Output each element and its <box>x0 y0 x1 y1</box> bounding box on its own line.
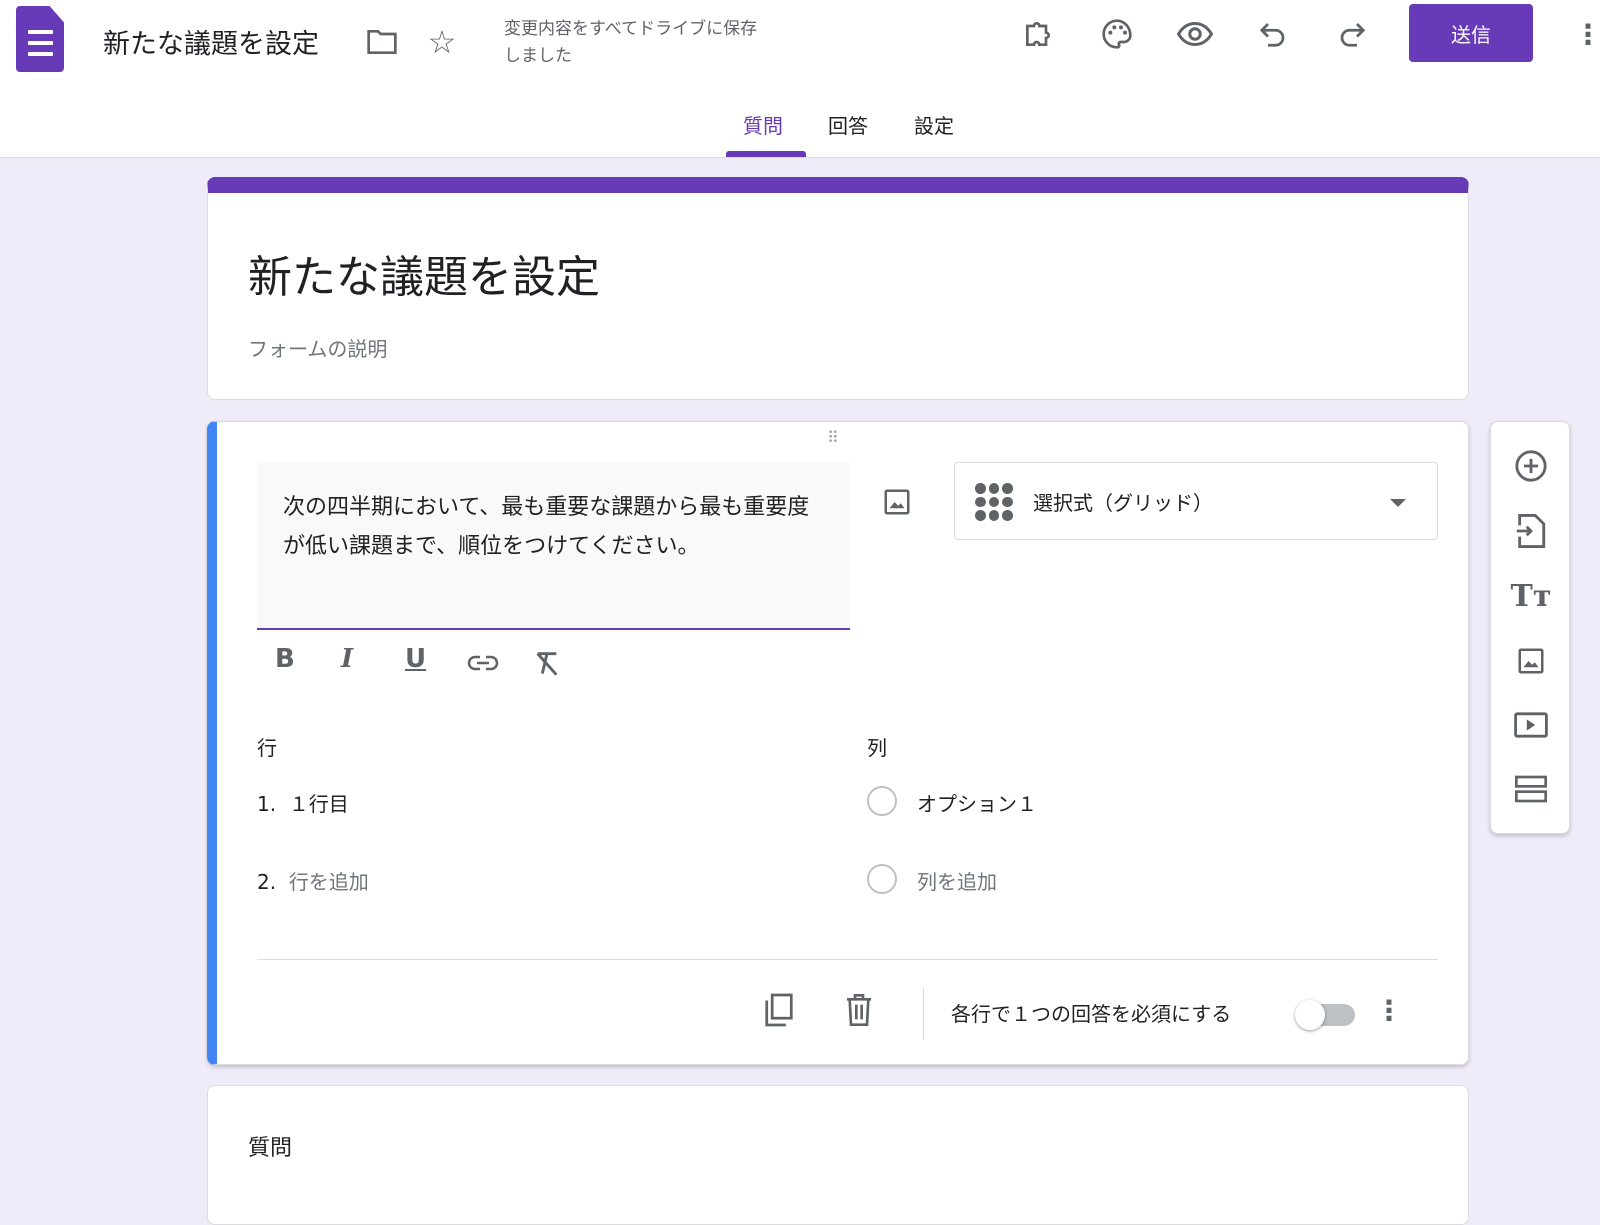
toggle-knob <box>1295 1000 1325 1030</box>
addons-puzzle-icon[interactable] <box>1018 14 1058 54</box>
underline-icon[interactable]: U <box>405 644 426 674</box>
form-header-card: 新たな議題を設定 フォームの説明 <box>207 177 1469 400</box>
question-title-input[interactable]: 次の四半期において、最も重要な課題から最も重要度が低い課題まで、順位をつけてくだ… <box>257 462 850 630</box>
column-radio <box>867 786 897 816</box>
folder-icon[interactable] <box>364 22 400 62</box>
next-question-card[interactable]: 質問 <box>207 1085 1469 1225</box>
row-item[interactable]: 1. １行目 <box>257 788 349 817</box>
add-row[interactable]: 2. 行を追加 <box>257 866 369 895</box>
question-more-icon[interactable]: ⋮ <box>1375 990 1403 1030</box>
import-questions-icon[interactable] <box>1491 501 1571 561</box>
question-type-dropdown[interactable]: 選択式（グリッド） <box>954 462 1438 540</box>
more-vert-icon[interactable]: ⋮ <box>1574 14 1600 54</box>
form-title[interactable]: 新たな議題を設定 <box>248 241 600 305</box>
undo-icon[interactable] <box>1253 14 1293 54</box>
tab-questions[interactable]: 質問 <box>743 110 783 139</box>
duplicate-icon[interactable] <box>759 990 799 1030</box>
add-image-icon[interactable] <box>877 482 917 522</box>
send-button[interactable]: 送信 <box>1409 4 1533 62</box>
add-column-radio <box>867 864 897 894</box>
app-header: 新たな議題を設定 ☆ 変更内容をすべてドライブに保存しました 送信 ⋮ 質問 回… <box>0 0 1600 158</box>
rows-label: 行 <box>257 736 277 760</box>
bold-icon[interactable]: B <box>275 644 295 674</box>
add-question-icon[interactable] <box>1491 436 1571 496</box>
side-toolbar: Tт <box>1490 421 1570 834</box>
add-image-icon[interactable] <box>1491 631 1571 691</box>
tab-responses[interactable]: 回答 <box>828 110 868 139</box>
italic-icon[interactable]: I <box>341 644 353 674</box>
question-card[interactable]: ⠿ 次の四半期において、最も重要な課題から最も重要度が低い課題まで、順位をつけて… <box>207 421 1469 1065</box>
required-toggle[interactable] <box>1295 1000 1355 1030</box>
column-item[interactable]: オプション１ <box>917 788 1037 817</box>
clear-formatting-icon[interactable] <box>527 648 567 678</box>
tab-settings[interactable]: 設定 <box>914 110 954 139</box>
add-section-icon[interactable] <box>1491 759 1571 819</box>
divider <box>923 988 924 1040</box>
grid-icon <box>975 483 1013 521</box>
delete-icon[interactable] <box>839 990 879 1030</box>
form-description-input[interactable]: フォームの説明 <box>248 333 387 362</box>
question-title: 質問 <box>248 1136 293 1161</box>
save-status: 変更内容をすべてドライブに保存しました <box>504 19 758 66</box>
drag-handle[interactable]: ⠿ <box>827 428 840 447</box>
forms-logo[interactable] <box>16 6 64 72</box>
active-tab-indicator <box>726 151 806 157</box>
dropdown-arrow-icon <box>1390 499 1406 507</box>
question-type-label: 選択式（グリッド） <box>1033 491 1213 515</box>
palette-icon[interactable] <box>1097 14 1137 54</box>
required-label: 各行で１つの回答を必須にする <box>951 1002 1232 1026</box>
form-title-header[interactable]: 新たな議題を設定 <box>103 22 319 61</box>
preview-eye-icon[interactable] <box>1175 14 1215 54</box>
link-icon[interactable] <box>463 648 503 678</box>
star-icon[interactable]: ☆ <box>424 22 460 62</box>
add-title-icon[interactable]: Tт <box>1491 566 1571 626</box>
add-video-icon[interactable] <box>1491 695 1571 755</box>
divider <box>257 959 1438 960</box>
redo-icon[interactable] <box>1332 14 1372 54</box>
add-column[interactable]: 列を追加 <box>917 866 997 895</box>
columns-label: 列 <box>867 736 887 760</box>
